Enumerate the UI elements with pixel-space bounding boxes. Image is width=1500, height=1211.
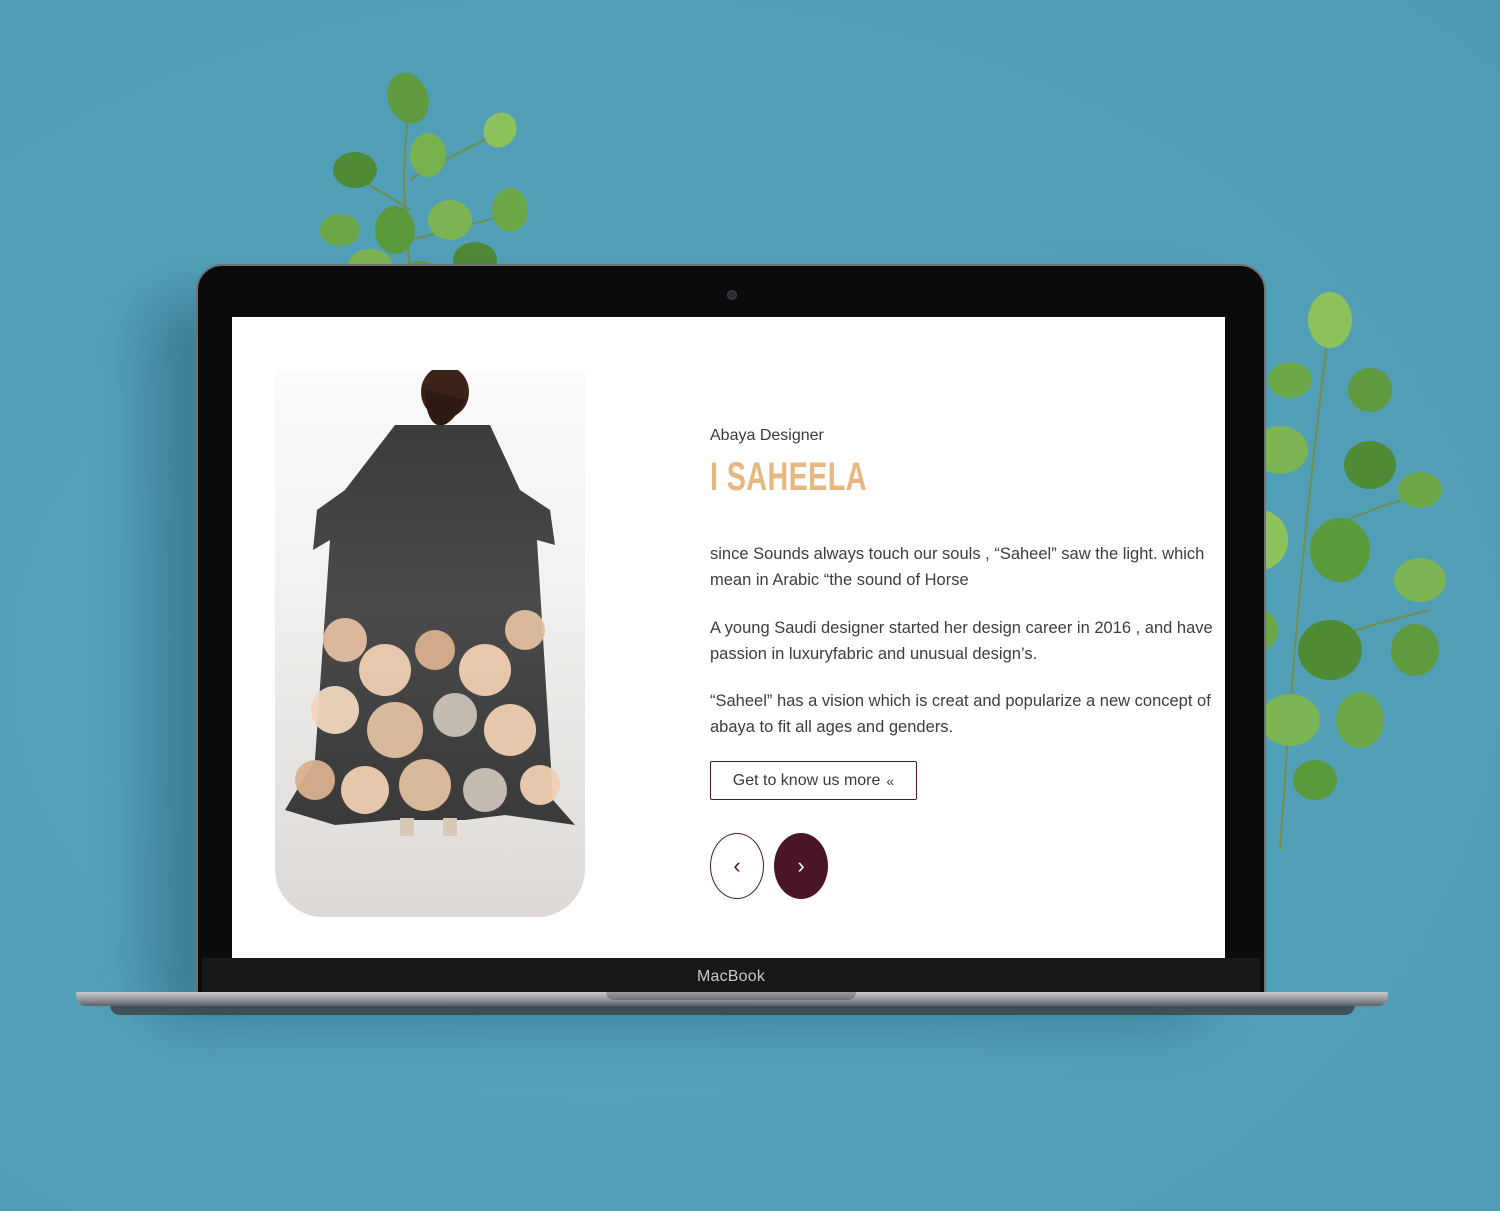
abaya-photo	[275, 370, 585, 917]
website-screen: Abaya Designer I SAHEELA since Sounds al…	[232, 317, 1225, 958]
hero-paragraph-3: “Saheel” has a vision which is creat and…	[710, 692, 1211, 736]
double-chevron-left-icon: «	[886, 772, 895, 789]
laptop-base-shadow	[110, 1005, 1355, 1015]
cta-label: Get to know us more	[732, 771, 881, 789]
chevron-right-icon: ›	[797, 853, 805, 878]
previous-slide-button[interactable]: ‹	[710, 833, 764, 899]
plant-top-image	[320, 72, 528, 280]
laptop-brand-label: MacBook	[696, 968, 766, 985]
hero-paragraph-2: A young Saudi designer started her desig…	[710, 619, 1213, 663]
laptop-notch	[606, 992, 856, 1000]
get-to-know-us-button[interactable]: Get to know us more «	[710, 761, 917, 800]
chevron-left-icon: ‹	[733, 853, 741, 878]
hero-title: I SAHEELA	[710, 455, 867, 499]
hero-paragraph-1: since Sounds always touch our souls , “S…	[710, 545, 1205, 589]
next-slide-button[interactable]: ›	[774, 833, 828, 899]
hero-eyebrow: Abaya Designer	[710, 427, 824, 444]
camera-icon	[727, 290, 737, 300]
